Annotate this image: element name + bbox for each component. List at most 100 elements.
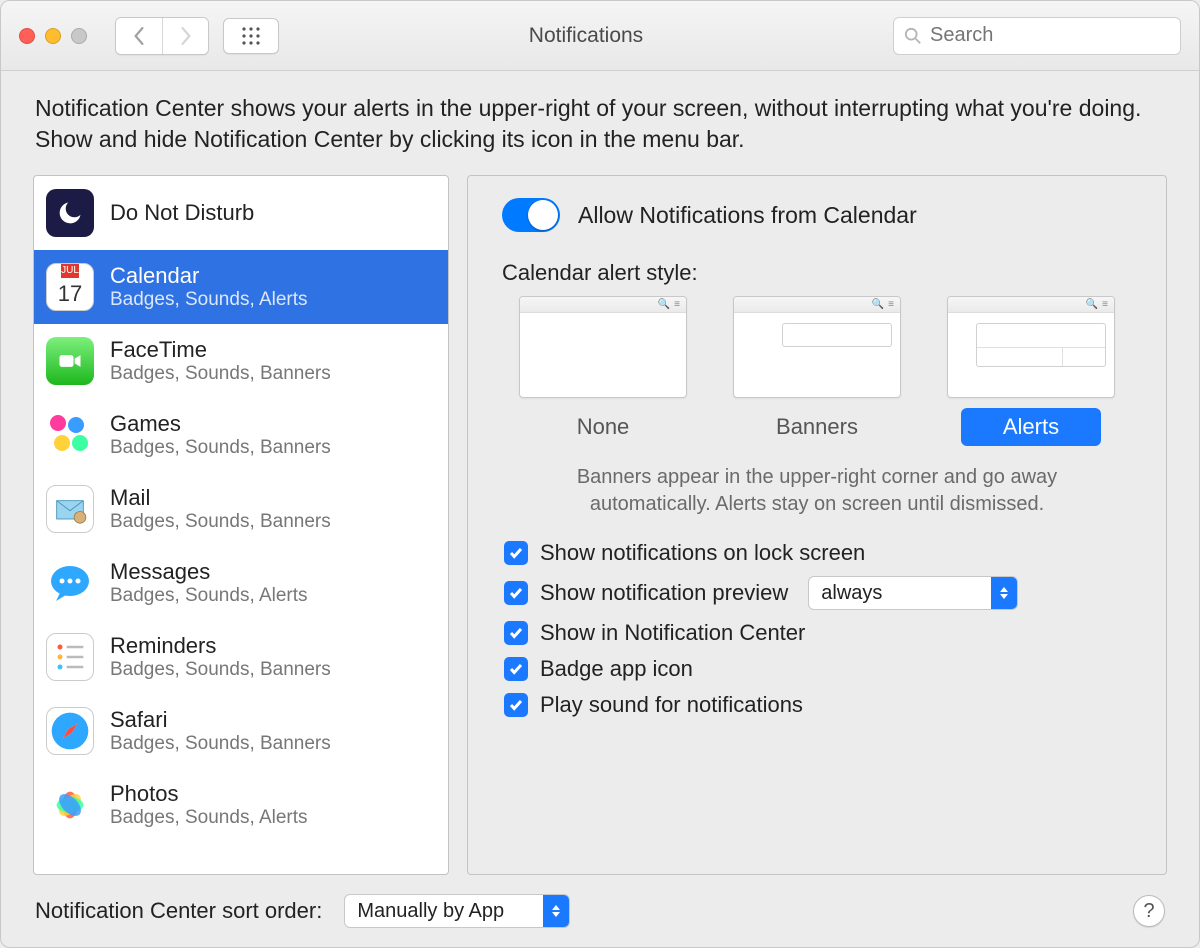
sidebar-item-sub: Badges, Sounds, Banners bbox=[110, 659, 331, 681]
sidebar-item-text: Safari Badges, Sounds, Banners bbox=[110, 707, 331, 755]
sidebar-item-sub: Badges, Sounds, Alerts bbox=[110, 807, 308, 829]
sort-order-value: Manually by App bbox=[357, 900, 531, 923]
show-all-prefs-button[interactable] bbox=[223, 18, 279, 54]
sidebar-item-name: Messages bbox=[110, 559, 308, 585]
alert-style-thumb: 🔍≡ bbox=[947, 296, 1115, 398]
sidebar-item-photos[interactable]: Photos Badges, Sounds, Alerts bbox=[34, 768, 448, 842]
option-show-notifications-on-lock-screen: Show notifications on lock screen bbox=[504, 540, 1138, 566]
allow-notifications-toggle[interactable] bbox=[502, 198, 560, 232]
sidebar-item-games[interactable]: Games Badges, Sounds, Banners bbox=[34, 398, 448, 472]
option-label: Show in Notification Center bbox=[540, 620, 805, 646]
option-play-sound-for-notifications: Play sound for notifications bbox=[504, 692, 1138, 718]
option-label: Play sound for notifications bbox=[540, 692, 803, 718]
option-label: Badge app icon bbox=[540, 656, 693, 682]
window-title: Notifications bbox=[293, 24, 879, 48]
sidebar-item-safari[interactable]: Safari Badges, Sounds, Banners bbox=[34, 694, 448, 768]
mail-icon bbox=[46, 485, 94, 533]
window-controls bbox=[19, 28, 87, 44]
sidebar-item-text: FaceTime Badges, Sounds, Banners bbox=[110, 337, 331, 385]
option-badge-app-icon: Badge app icon bbox=[504, 656, 1138, 682]
detail-panel: Allow Notifications from Calendar Calend… bbox=[467, 175, 1167, 875]
alert-style-label: None bbox=[533, 408, 673, 446]
sidebar-item-sub: Badges, Sounds, Banners bbox=[110, 363, 331, 385]
sidebar-item-text: Games Badges, Sounds, Banners bbox=[110, 411, 331, 459]
grid-icon bbox=[241, 26, 261, 46]
footer: Notification Center sort order: Manually… bbox=[1, 875, 1199, 947]
photos-icon bbox=[46, 781, 94, 829]
sidebar-item-text: Calendar Badges, Sounds, Alerts bbox=[110, 263, 308, 311]
allow-notifications-label: Allow Notifications from Calendar bbox=[578, 202, 917, 229]
preferences-window: Notifications Notification Center shows … bbox=[0, 0, 1200, 948]
option-show-in-notification-center: Show in Notification Center bbox=[504, 620, 1138, 646]
game-center-icon bbox=[46, 411, 94, 459]
alert-style-hint: Banners appear in the upper-right corner… bbox=[530, 464, 1104, 518]
sidebar-item-text: Photos Badges, Sounds, Alerts bbox=[110, 781, 308, 829]
titlebar: Notifications bbox=[1, 1, 1199, 71]
minimize-window-button[interactable] bbox=[45, 28, 61, 44]
safari-icon bbox=[46, 707, 94, 755]
checkbox[interactable] bbox=[504, 621, 528, 645]
sort-order-popup[interactable]: Manually by App bbox=[344, 894, 570, 928]
notification-options: Show notifications on lock screen Show n… bbox=[504, 540, 1138, 718]
sidebar-item-text: Mail Badges, Sounds, Banners bbox=[110, 485, 331, 533]
preview-popup-value: always bbox=[821, 582, 979, 605]
messages-icon bbox=[46, 559, 94, 607]
sort-order-label: Notification Center sort order: bbox=[35, 898, 322, 924]
content-area: Do Not Disturb JUL17 Calendar Badges, So… bbox=[1, 165, 1199, 875]
search-input[interactable] bbox=[930, 24, 1170, 47]
search-field[interactable] bbox=[893, 17, 1181, 55]
sidebar-item-name: FaceTime bbox=[110, 337, 331, 363]
sidebar-item-sub: Badges, Sounds, Banners bbox=[110, 437, 331, 459]
sidebar-item-name: Calendar bbox=[110, 263, 308, 289]
checkbox[interactable] bbox=[504, 657, 528, 681]
sidebar-item-do-not-disturb[interactable]: Do Not Disturb bbox=[34, 176, 448, 250]
popup-arrows-icon bbox=[543, 895, 569, 927]
option-show-notification-preview: Show notification preview always bbox=[504, 576, 1138, 610]
checkbox[interactable] bbox=[504, 541, 528, 565]
allow-row: Allow Notifications from Calendar bbox=[502, 198, 1138, 232]
alert-style-label: Alerts bbox=[961, 408, 1101, 446]
option-label: Show notifications on lock screen bbox=[540, 540, 865, 566]
checkbox[interactable] bbox=[504, 581, 528, 605]
pane-description: Notification Center shows your alerts in… bbox=[1, 71, 1199, 165]
sidebar-item-mail[interactable]: Mail Badges, Sounds, Banners bbox=[34, 472, 448, 546]
alert-style-alerts[interactable]: 🔍≡ Alerts bbox=[947, 296, 1115, 446]
sidebar-item-name: Safari bbox=[110, 707, 331, 733]
sidebar-item-text: Do Not Disturb bbox=[110, 200, 254, 226]
sidebar-item-name: Photos bbox=[110, 781, 308, 807]
zoom-window-button[interactable] bbox=[71, 28, 87, 44]
back-button[interactable] bbox=[116, 18, 162, 54]
facetime-icon bbox=[46, 337, 94, 385]
sidebar-item-facetime[interactable]: FaceTime Badges, Sounds, Banners bbox=[34, 324, 448, 398]
sidebar-item-sub: Badges, Sounds, Banners bbox=[110, 511, 331, 533]
reminders-icon bbox=[46, 633, 94, 681]
alert-style-none[interactable]: 🔍≡ None bbox=[519, 296, 687, 446]
sidebar-item-text: Messages Badges, Sounds, Alerts bbox=[110, 559, 308, 607]
sidebar-item-messages[interactable]: Messages Badges, Sounds, Alerts bbox=[34, 546, 448, 620]
sidebar-item-sub: Badges, Sounds, Alerts bbox=[110, 585, 308, 607]
nav-segmented bbox=[115, 17, 209, 55]
checkbox[interactable] bbox=[504, 693, 528, 717]
close-window-button[interactable] bbox=[19, 28, 35, 44]
sidebar-item-name: Mail bbox=[110, 485, 331, 511]
alert-style-options: 🔍≡ None 🔍≡ Banners 🔍≡ Alerts bbox=[496, 296, 1138, 446]
forward-button[interactable] bbox=[162, 18, 208, 54]
alert-style-heading: Calendar alert style: bbox=[502, 260, 1138, 286]
alert-style-label: Banners bbox=[747, 408, 887, 446]
sidebar-item-sub: Badges, Sounds, Alerts bbox=[110, 289, 308, 311]
preview-popup[interactable]: always bbox=[808, 576, 1018, 610]
moon-icon bbox=[46, 189, 94, 237]
alert-style-banners[interactable]: 🔍≡ Banners bbox=[733, 296, 901, 446]
sidebar-item-name: Reminders bbox=[110, 633, 331, 659]
sidebar-item-name: Do Not Disturb bbox=[110, 200, 254, 226]
sidebar-item-sub: Badges, Sounds, Banners bbox=[110, 733, 331, 755]
sidebar-item-reminders[interactable]: Reminders Badges, Sounds, Banners bbox=[34, 620, 448, 694]
sidebar-item-text: Reminders Badges, Sounds, Banners bbox=[110, 633, 331, 681]
calendar-icon: JUL17 bbox=[46, 263, 94, 311]
option-label: Show notification preview bbox=[540, 580, 788, 606]
alert-style-thumb: 🔍≡ bbox=[519, 296, 687, 398]
help-button[interactable]: ? bbox=[1133, 895, 1165, 927]
app-list[interactable]: Do Not Disturb JUL17 Calendar Badges, So… bbox=[33, 175, 449, 875]
sidebar-item-calendar[interactable]: JUL17 Calendar Badges, Sounds, Alerts bbox=[34, 250, 448, 324]
alert-style-thumb: 🔍≡ bbox=[733, 296, 901, 398]
